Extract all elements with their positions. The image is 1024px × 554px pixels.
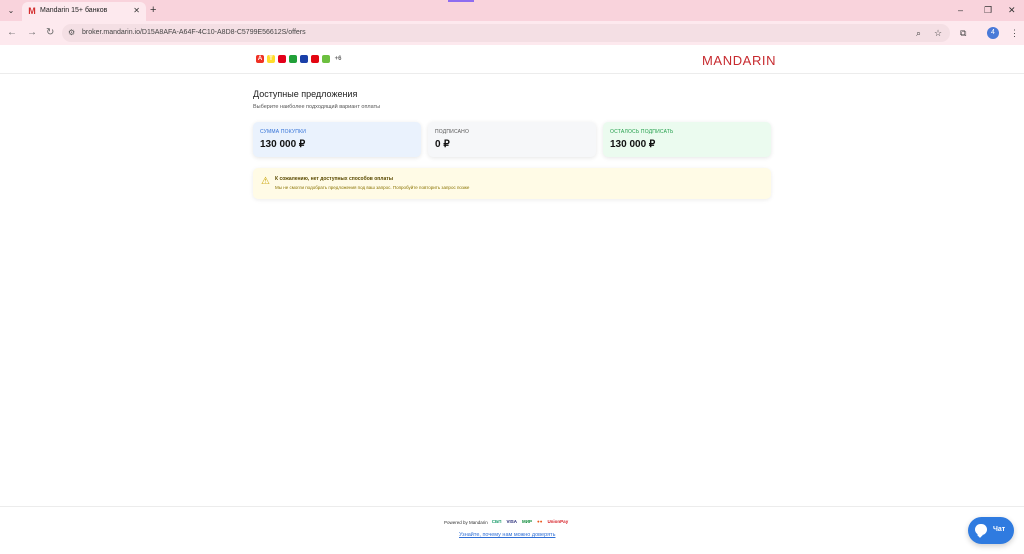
bank-logo-icon: [311, 55, 319, 63]
bookmark-star-icon[interactable]: ☆: [934, 27, 942, 39]
card-value: 0 ₽: [435, 139, 450, 150]
tab-title: Mandarin 15+ банков: [40, 7, 108, 14]
card-label: СУММА ПОКУПКИ: [260, 129, 307, 135]
minimize-icon[interactable]: –: [958, 4, 963, 16]
sbp-logo-icon: СБП: [491, 519, 502, 524]
bank-logo-icon: А: [256, 55, 264, 63]
powered-by: Powered by Mandarin СБП VISA МИР ●● Unio…: [444, 519, 569, 525]
close-tab-icon[interactable]: ✕: [133, 6, 140, 16]
extensions-icon[interactable]: ⧉: [960, 26, 966, 40]
bank-logo-icon: [300, 55, 308, 63]
url-text: broker.mandarin.io/D15A8AFA-A64F-4C10-A8…: [82, 29, 306, 36]
mandarin-favicon-icon: M: [28, 6, 36, 16]
alert-title: К сожалению, нет доступных способов опла…: [275, 176, 393, 182]
page-subtitle: Выберите наиболее подходящий вариант опл…: [253, 104, 381, 110]
tab-search-icon[interactable]: ⌄: [4, 4, 18, 18]
card-label: ОСТАЛОСЬ ПОДПИСАТЬ: [610, 129, 674, 135]
warning-icon: ⚠: [261, 176, 270, 187]
alert-text: Мы не смогли подобрать предложения под в…: [275, 185, 470, 190]
unionpay-logo-icon: UnionPay: [547, 519, 569, 524]
bank-logo-icon: Т: [267, 55, 275, 63]
chat-label: Чат: [993, 526, 1006, 533]
footer-divider: [0, 506, 1024, 507]
bank-logo-icon: [322, 55, 330, 63]
browser-tab-strip: ⌄ M Mandarin 15+ банков ✕ + – ❐ ✕: [0, 0, 1024, 21]
menu-kebab-icon[interactable]: ⋮: [1010, 26, 1019, 40]
new-tab-button[interactable]: +: [150, 4, 156, 16]
mastercard-logo-icon: ●●: [537, 519, 543, 524]
chat-bubble-icon: [975, 524, 987, 535]
visa-logo-icon: VISA: [506, 519, 518, 524]
maximize-icon[interactable]: ❐: [984, 4, 992, 16]
browser-tab[interactable]: M Mandarin 15+ банков ✕: [22, 2, 146, 21]
card-remaining: ОСТАЛОСЬ ПОДПИСАТЬ 130 000 ₽: [603, 122, 771, 157]
no-offers-alert: ⚠ К сожалению, нет доступных способов оп…: [253, 168, 771, 199]
bank-logo-icon: [278, 55, 286, 63]
bank-logo-icon: [289, 55, 297, 63]
address-bar[interactable]: ⚙ broker.mandarin.io/D15A8AFA-A64F-4C10-…: [62, 24, 950, 42]
chat-button[interactable]: Чат: [968, 517, 1014, 544]
mir-logo-icon: МИР: [522, 519, 532, 524]
site-info-icon[interactable]: ⚙: [68, 27, 75, 39]
bank-logos: А Т +6: [256, 55, 343, 63]
card-signed: ПОДПИСАНО 0 ₽: [428, 122, 596, 157]
card-purchase-amount: СУММА ПОКУПКИ 130 000 ₽: [253, 122, 421, 157]
profile-avatar[interactable]: 4: [987, 27, 999, 39]
back-icon[interactable]: ←: [7, 26, 17, 40]
close-window-icon[interactable]: ✕: [1008, 4, 1016, 16]
trust-link[interactable]: Узнайте, почему нам можно доверять: [459, 532, 555, 538]
page-title: Доступные предложения: [253, 89, 358, 99]
page-header: А Т +6 MANDARIN: [0, 45, 1024, 74]
card-value: 130 000 ₽: [610, 139, 656, 150]
bank-logo-icon: +6: [334, 56, 342, 62]
mandarin-logo[interactable]: MANDARIN: [702, 53, 776, 68]
card-label: ПОДПИСАНО: [435, 129, 470, 135]
powered-by-text: Powered by Mandarin: [444, 519, 488, 525]
tab-group-indicator: [448, 0, 474, 2]
zoom-icon[interactable]: ⌕: [916, 27, 921, 39]
card-value: 130 000 ₽: [260, 139, 306, 150]
browser-toolbar: ← → ↻ ⚙ broker.mandarin.io/D15A8AFA-A64F…: [0, 21, 1024, 45]
forward-icon[interactable]: →: [27, 26, 37, 40]
reload-icon[interactable]: ↻: [46, 26, 54, 40]
